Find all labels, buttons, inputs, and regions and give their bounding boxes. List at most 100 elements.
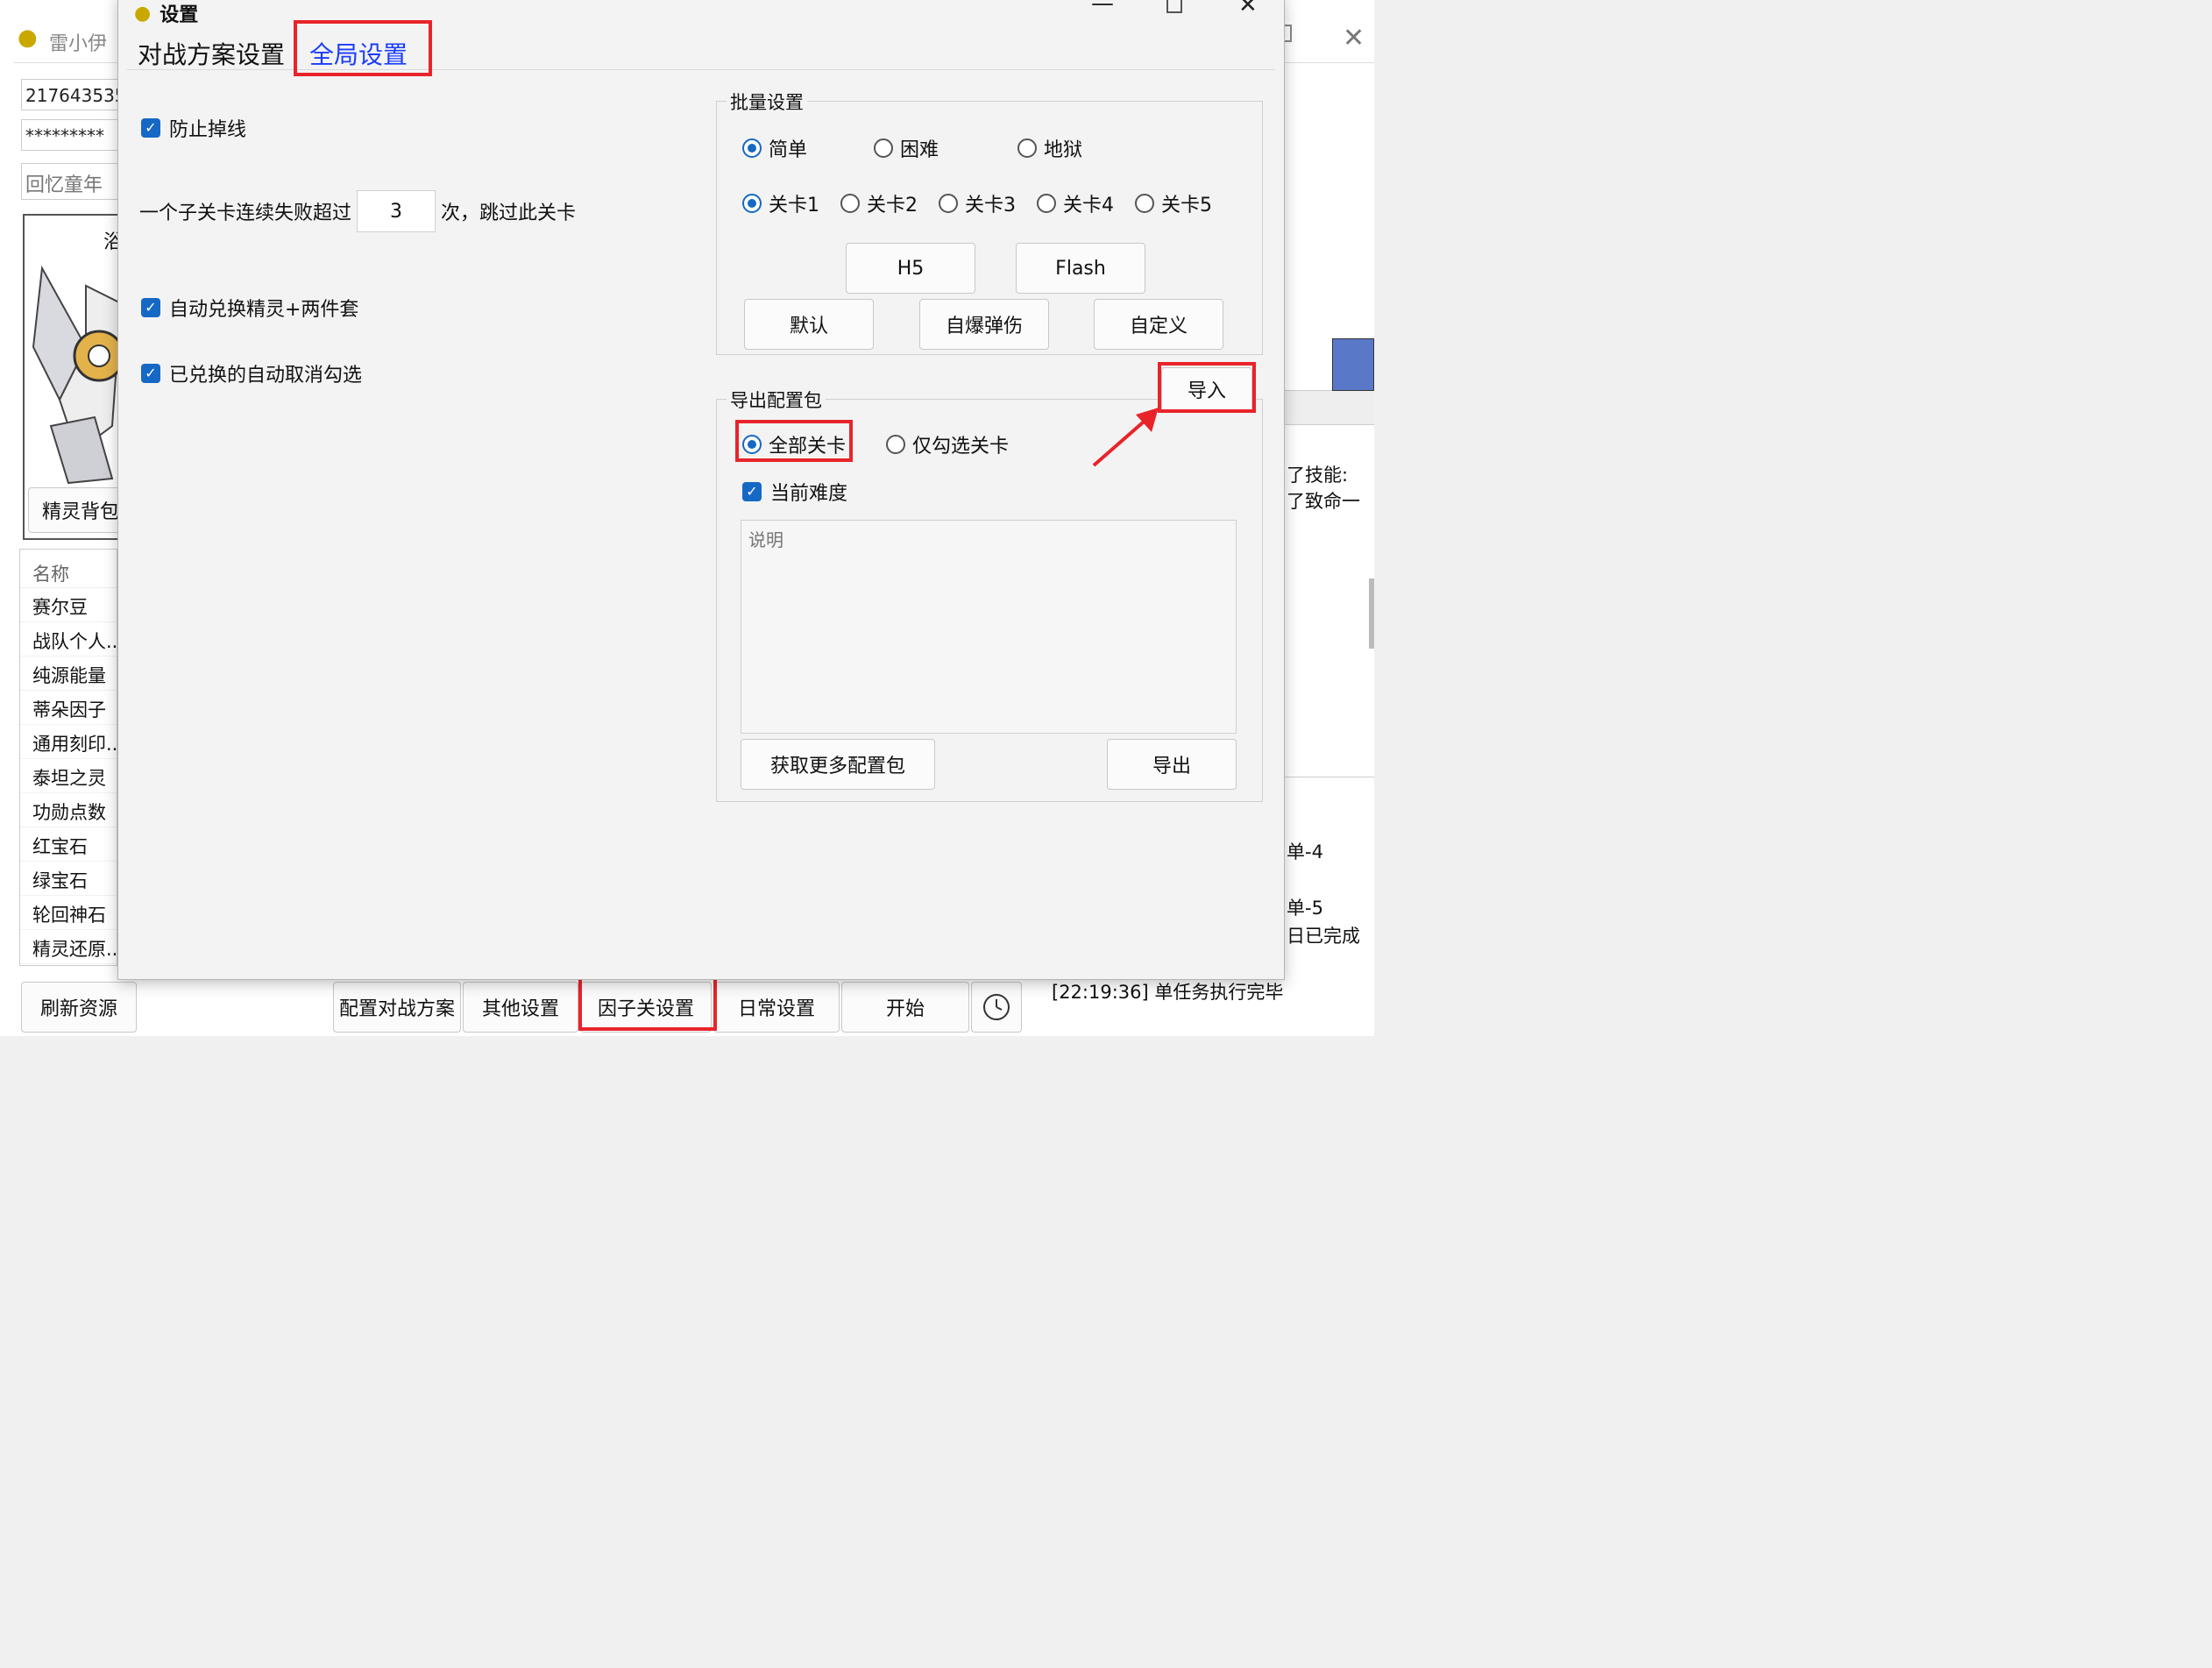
fail-limit-prefix: 一个子关卡连续失败超过	[139, 202, 352, 224]
start-button[interactable]: 开始	[841, 982, 969, 1033]
fail-limit-suffix: 次，跳过此关卡	[441, 202, 577, 224]
radio-label: 困难	[900, 139, 939, 161]
log-line: 单-5	[1287, 898, 1323, 919]
difficulty-hell-radio[interactable]: 地狱	[1017, 134, 1082, 162]
radio-label: 仅勾选关卡	[912, 436, 1010, 458]
current-difficulty-checkbox[interactable]: ✓ 当前难度	[742, 478, 847, 506]
log-line: 了技能:	[1287, 465, 1349, 486]
flash-button[interactable]: Flash	[1016, 243, 1145, 294]
clock-icon	[983, 994, 1010, 1020]
refresh-resources-button[interactable]: 刷新资源	[21, 982, 137, 1033]
radio-label: 关卡5	[1161, 195, 1212, 216]
radio-icon	[874, 138, 893, 158]
list-item[interactable]: 绿宝石	[20, 862, 117, 896]
log-line: 单-4	[1287, 841, 1323, 862]
fail-limit-input[interactable]: 3	[357, 190, 436, 232]
dialog-title-bar: ● 设置	[134, 0, 198, 27]
list-item[interactable]: 泰坦之灵	[20, 759, 117, 793]
radio-icon	[1135, 194, 1154, 213]
close-icon[interactable]: ✕	[1343, 23, 1365, 53]
custom-button[interactable]: 自定义	[1094, 299, 1223, 350]
prevent-disconnect-checkbox[interactable]: ✓ 防止掉线	[141, 114, 246, 142]
stage-3-radio[interactable]: 关卡3	[939, 189, 1016, 217]
app-logo-icon: ●	[134, 2, 152, 25]
difficulty-hard-radio[interactable]: 困难	[874, 134, 939, 162]
user-avatar	[1332, 338, 1374, 391]
prevent-disconnect-label: 防止掉线	[169, 119, 247, 141]
radio-label: 关卡1	[769, 195, 819, 216]
tab-battle-plan[interactable]: 对战方案设置	[129, 34, 294, 69]
auto-uncheck-checkbox[interactable]: ✓ 已兑换的自动取消勾选	[141, 359, 362, 387]
auto-redeem-label: 自动兑换精灵+两件套	[169, 299, 359, 321]
radio-icon	[939, 194, 958, 213]
config-battle-button[interactable]: 配置对战方案	[333, 982, 461, 1033]
dialog-title: 设置	[160, 4, 199, 26]
radio-label: 简单	[769, 139, 808, 161]
log-line: 了致命一	[1287, 491, 1360, 512]
list-item[interactable]: 纯源能量	[20, 657, 117, 691]
radio-icon	[1017, 138, 1037, 158]
list-item[interactable]: 通用刻印...	[20, 725, 117, 759]
radio-selected-icon	[742, 194, 762, 213]
radio-label: 地狱	[1044, 139, 1083, 161]
sprite-bag-button[interactable]: 精灵背包	[28, 487, 119, 533]
background-app-title: 雷小伊	[49, 33, 108, 55]
export-checked-only-radio[interactable]: 仅勾选关卡	[886, 430, 1009, 458]
app-logo-icon: ●	[18, 25, 38, 51]
resource-list: 名称 赛尔豆 战队个人... 纯源能量 蒂朵因子 通用刻印... 泰坦之灵 功勋…	[19, 549, 117, 966]
stage-5-radio[interactable]: 关卡5	[1135, 189, 1212, 217]
sprite-avatar: 浴 精灵背包	[23, 214, 121, 540]
stage-2-radio[interactable]: 关卡2	[840, 189, 918, 217]
difficulty-easy-radio[interactable]: 简单	[742, 134, 807, 162]
radio-icon	[1037, 194, 1056, 213]
check-icon: ✓	[742, 482, 762, 501]
stage-4-radio[interactable]: 关卡4	[1037, 189, 1114, 217]
annotation-arrow-icon	[1092, 408, 1159, 467]
batch-settings-title: 批量设置	[727, 89, 807, 115]
radio-label: 关卡3	[965, 195, 1016, 216]
maximize-icon[interactable]	[1166, 0, 1182, 13]
password-field[interactable]: *********	[21, 119, 119, 151]
current-difficulty-label: 当前难度	[770, 483, 848, 505]
daily-settings-button[interactable]: 日常设置	[713, 982, 840, 1033]
list-item[interactable]: 赛尔豆	[20, 588, 117, 622]
log-line: 日已完成	[1287, 926, 1360, 947]
description-textarea[interactable]	[741, 520, 1237, 734]
list-item[interactable]: 轮回神石	[20, 896, 117, 930]
radio-selected-icon	[742, 138, 762, 158]
background-panel-header	[1285, 390, 1374, 425]
fail-limit-row: 一个子关卡连续失败超过 3 次，跳过此关卡	[139, 190, 576, 232]
nickname-field[interactable]: 回忆童年	[21, 163, 119, 200]
auto-redeem-checkbox[interactable]: ✓ 自动兑换精灵+两件套	[141, 294, 358, 322]
highlight-global-tab	[294, 20, 432, 76]
auto-uncheck-label: 已兑换的自动取消勾选	[169, 365, 363, 387]
list-item[interactable]: 红宝石	[20, 827, 117, 862]
highlight-all-stages	[735, 420, 853, 462]
highlight-factor-settings	[578, 975, 717, 1031]
self-destruct-button[interactable]: 自爆弹伤	[919, 299, 1049, 350]
radio-label: 关卡4	[1063, 195, 1114, 216]
default-button[interactable]: 默认	[744, 299, 874, 350]
resource-list-header: 名称	[20, 550, 117, 588]
check-icon: ✓	[141, 364, 160, 383]
settings-dialog: ● 设置 — ✕ 对战方案设置 全局设置 ✓ 防止掉线 一个子关卡连续失败超过 …	[117, 0, 1285, 980]
radio-icon	[886, 435, 905, 454]
timer-button[interactable]	[971, 982, 1022, 1033]
h5-button[interactable]: H5	[846, 243, 975, 294]
list-item[interactable]: 蒂朵因子	[20, 691, 117, 725]
minimize-icon[interactable]: —	[1091, 0, 1114, 17]
scrollbar[interactable]	[1369, 578, 1374, 649]
other-settings-button[interactable]: 其他设置	[463, 982, 578, 1033]
list-item[interactable]: 功勋点数	[20, 793, 117, 827]
stage-1-radio[interactable]: 关卡1	[742, 189, 819, 217]
radio-label: 关卡2	[867, 195, 918, 216]
list-item[interactable]: 精灵还原...	[20, 930, 117, 964]
check-icon: ✓	[141, 298, 160, 317]
close-icon[interactable]: ✕	[1238, 0, 1258, 18]
get-more-configs-button[interactable]: 获取更多配置包	[741, 739, 935, 790]
account-field[interactable]: 217643535	[21, 79, 119, 110]
radio-icon	[840, 194, 860, 213]
list-item[interactable]: 战队个人...	[20, 622, 117, 657]
export-button[interactable]: 导出	[1107, 739, 1237, 790]
sprite-image	[32, 265, 119, 485]
